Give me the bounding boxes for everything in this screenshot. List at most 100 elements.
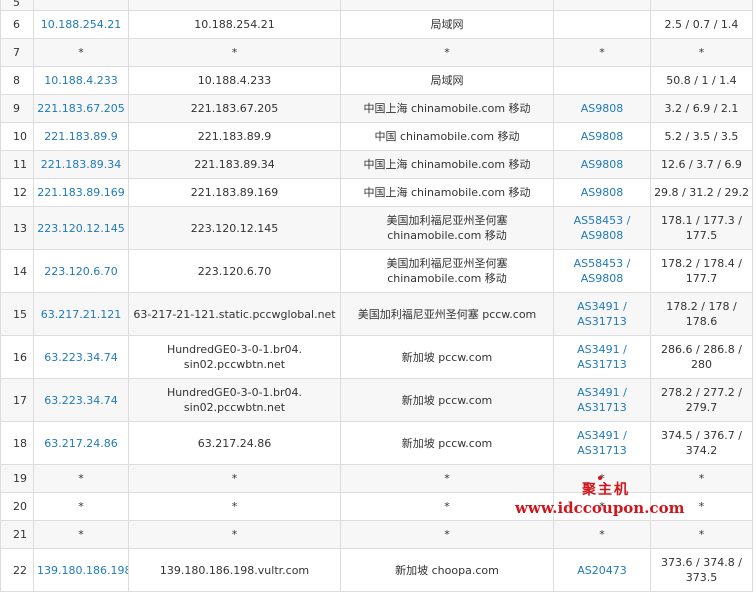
asn-link[interactable]: AS9808 (557, 101, 647, 116)
cell-hop: 21 (0, 520, 34, 549)
table-row: 21 * * * * * (0, 520, 753, 549)
geo-text: 美国加利福尼亚州圣何塞 pccw.com (357, 307, 537, 321)
cell-hop: 10 (0, 122, 34, 151)
asn-link[interactable]: AS9808 (557, 129, 647, 144)
asn-link[interactable]: AS58453 / (557, 213, 647, 228)
ip-link[interactable]: 221.183.89.9 (37, 129, 125, 144)
geo-text: 新加坡 choopa.com (395, 563, 499, 577)
ip-link[interactable]: 10.188.254.21 (37, 17, 125, 32)
asn-link[interactable]: AS31713 (557, 443, 647, 458)
asn-link[interactable]: AS31713 (557, 357, 647, 372)
watermark-brand: 聚主机 (582, 482, 630, 498)
ip-link[interactable]: 139.180.186.198 (37, 563, 128, 578)
ip-link[interactable]: 221.183.89.34 (37, 157, 125, 172)
asn-text: * (599, 528, 605, 541)
hop-text: 5 (13, 0, 20, 9)
cell-ip: 221.183.67.205 (33, 94, 129, 123)
times-text: 278.2 / 277.2 / (661, 386, 742, 399)
asn-link[interactable]: AS3491 / (557, 428, 647, 443)
cell-hop: 16 (0, 335, 34, 379)
cell-host: HundredGE0-3-0-1.br04.sin02.pccwbtn.net (128, 378, 341, 422)
watermark-url: www.idccoupon.com (515, 499, 685, 517)
cell-asn: * (553, 520, 651, 549)
cell-asn (553, 0, 651, 11)
cell-times: 373.6 / 374.8 / 373.5 (650, 548, 753, 592)
cell-times: 29.8 / 31.2 / 29.2 (650, 178, 753, 207)
asn-link[interactable]: AS9808 (557, 271, 647, 286)
ip-link[interactable]: 223.120.12.145 (37, 221, 125, 236)
cell-hop: 18 (0, 421, 34, 465)
cell-host: HundredGE0-3-0-1.br04.sin02.pccwbtn.net (128, 335, 341, 379)
cell-hop: 11 (0, 150, 34, 179)
cell-host: * (128, 520, 341, 549)
cell-host: 221.183.89.34 (128, 150, 341, 179)
cell-ip: 63.223.34.74 (33, 378, 129, 422)
cell-asn: AS20473 (553, 548, 651, 592)
cell-ip: 63.217.21.121 (33, 292, 129, 336)
table-row: 22 139.180.186.198 139.180.186.198.vultr.c… (0, 548, 753, 592)
cell-ip: * (33, 464, 129, 493)
hop-text: 9 (13, 102, 20, 115)
cell-asn: AS9808 (553, 122, 651, 151)
host-text: 223.120.6.70 (197, 264, 272, 278)
asn-link[interactable]: AS20473 (557, 563, 647, 578)
cell-ip: 10.188.254.21 (33, 10, 129, 39)
asn-link[interactable]: AS9808 (557, 157, 647, 172)
geo-text: 新加坡 pccw.com (401, 436, 493, 450)
host-text: 10.188.4.233 (197, 74, 272, 87)
cell-times: * (650, 520, 753, 549)
table-row: 7 * * * * * (0, 38, 753, 67)
cell-host: 10.188.4.233 (128, 66, 341, 95)
cell-host: 63.217.24.86 (128, 421, 341, 465)
ip-link[interactable]: 221.183.89.169 (37, 185, 125, 200)
geo-text: 中国上海 chinamobile.com 移动 (363, 158, 531, 171)
hop-text: 10 (13, 130, 27, 143)
cell-ip (33, 0, 129, 11)
times-text: 374.5 / 376.7 / (661, 429, 742, 442)
ip-link[interactable]: 63.223.34.74 (37, 393, 125, 408)
asn-link[interactable]: AS3491 / (557, 299, 647, 314)
geo-text: chinamobile.com 移动 (387, 229, 507, 242)
asn-link[interactable]: AS3491 / (557, 342, 647, 357)
cell-host: 221.183.89.9 (128, 122, 341, 151)
geo-text: * (444, 46, 450, 59)
cell-geo: * (340, 38, 554, 67)
cell-times: 2.5 / 0.7 / 1.4 (650, 10, 753, 39)
geo-text: 中国 chinamobile.com 移动 (374, 130, 520, 143)
asn-link[interactable]: AS31713 (557, 314, 647, 329)
table-row: 18 63.217.24.86 63.217.24.86 新加坡 pccw.com AS… (0, 421, 753, 465)
cell-times (650, 0, 753, 11)
cell-ip: 10.188.4.233 (33, 66, 129, 95)
host-text: 139.180.186.198.vultr.com (159, 563, 310, 577)
cell-hop: 19 (0, 464, 34, 493)
asn-link[interactable]: AS58453 / (557, 256, 647, 271)
cell-ip: 221.183.89.9 (33, 122, 129, 151)
table-row: 16 63.223.34.74 HundredGE0-3-0-1.br04.sin0… (0, 335, 753, 379)
table-row: 6 10.188.254.21 10.188.254.21 局域网 2.5 / 0.7 … (0, 10, 753, 39)
asn-link[interactable]: AS3491 / (557, 385, 647, 400)
hop-text: 15 (13, 307, 27, 321)
ip-link[interactable]: 10.188.4.233 (37, 73, 125, 88)
asn-link[interactable]: AS9808 (557, 185, 647, 200)
ip-link[interactable]: 63.217.24.86 (37, 436, 125, 451)
cell-hop: 20 (0, 492, 34, 521)
ip-link[interactable]: 221.183.67.205 (37, 101, 125, 116)
cell-geo: 新加坡 pccw.com (340, 335, 554, 379)
ip-link[interactable]: 223.120.6.70 (37, 264, 125, 279)
cell-times: * (650, 464, 753, 493)
table-row: 5 (0, 0, 753, 11)
cell-hop: 6 (0, 10, 34, 39)
asn-link[interactable]: AS31713 (557, 400, 647, 415)
times-text: 373.5 (685, 571, 718, 584)
cell-hop: 22 (0, 548, 34, 592)
ip-link[interactable]: 63.217.21.121 (37, 307, 125, 322)
cell-hop: 17 (0, 378, 34, 422)
times-text: 178.2 / 178.4 / (661, 257, 742, 270)
times-text: 5.2 / 3.5 / 3.5 (664, 130, 739, 143)
host-text: 63-217-21-121.static.pccwglobal.net (133, 307, 336, 321)
ip-link[interactable]: 63.223.34.74 (37, 350, 125, 365)
asn-link[interactable]: AS9808 (557, 228, 647, 243)
cell-geo: 中国 chinamobile.com 移动 (340, 122, 554, 151)
cell-asn: AS9808 (553, 150, 651, 179)
cell-host: 10.188.254.21 (128, 10, 341, 39)
